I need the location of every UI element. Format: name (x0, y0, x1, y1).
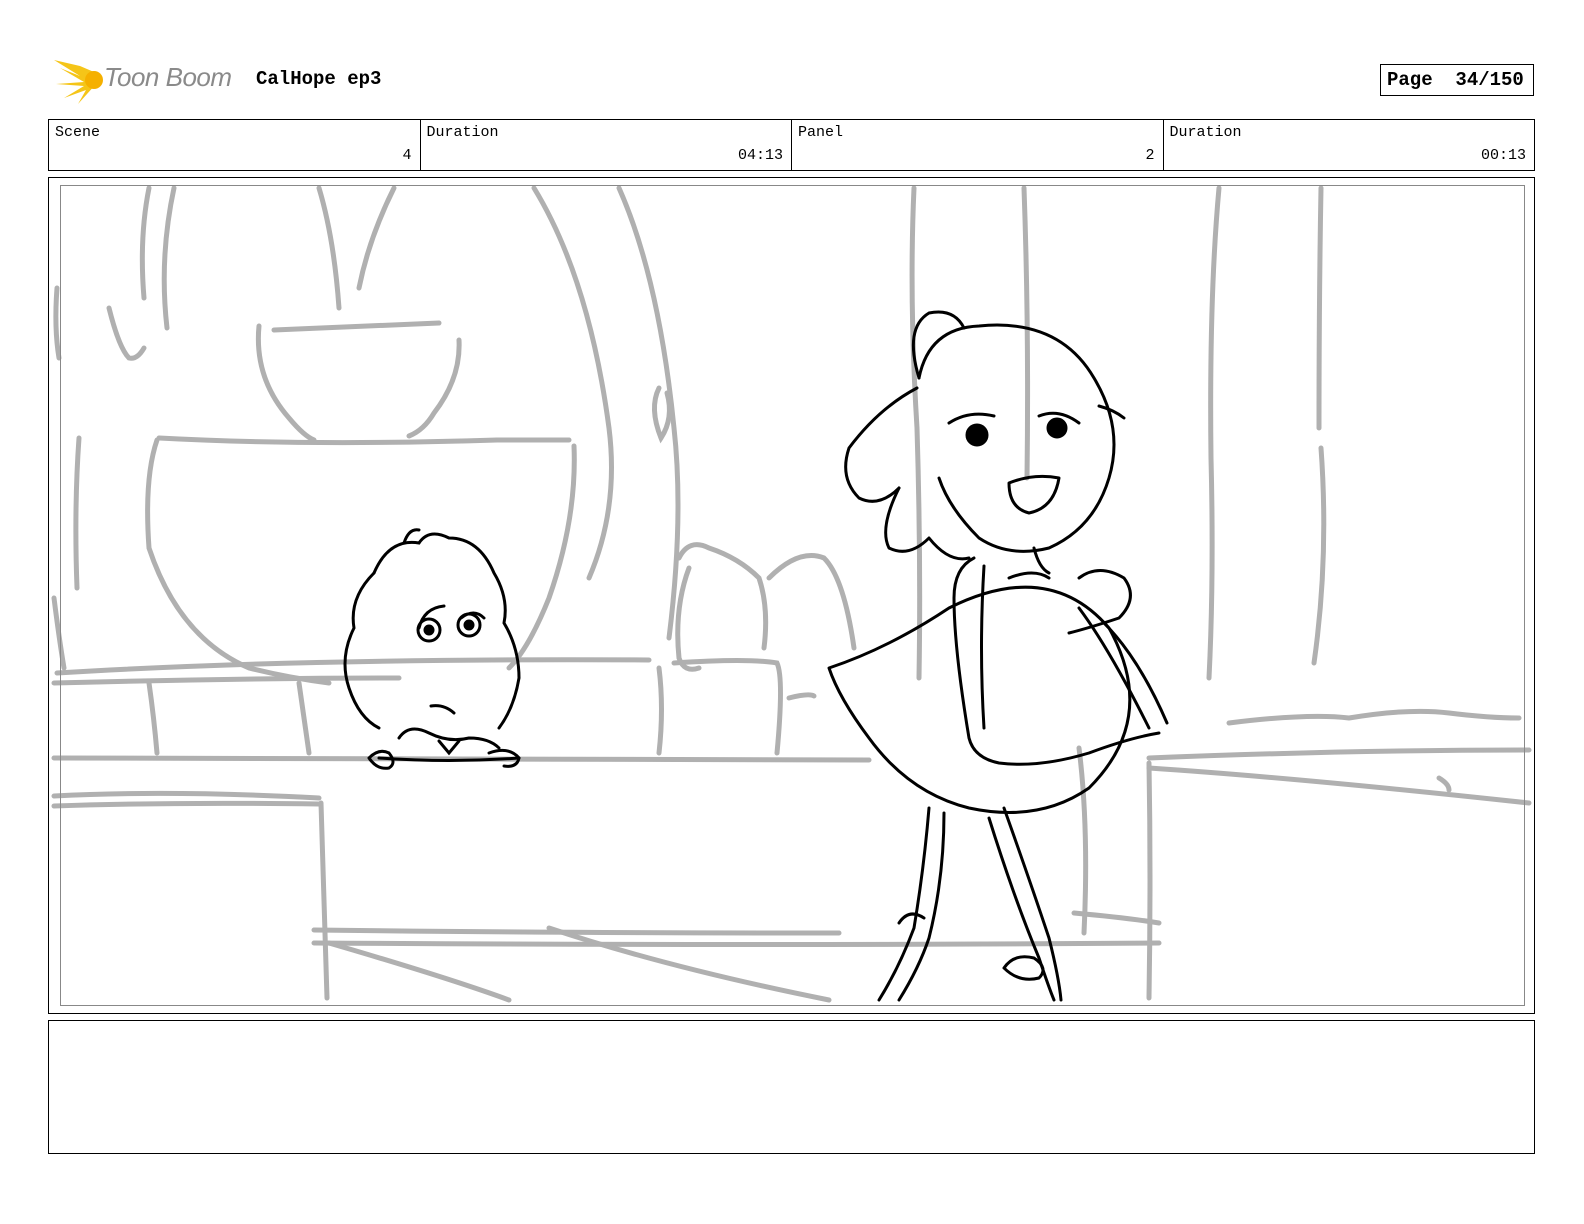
panel-duration-label: Duration (1169, 124, 1242, 141)
storyboard-panel (48, 177, 1535, 1014)
page-indicator: Page 34/150 (1380, 64, 1534, 96)
panel-label: Panel (798, 124, 844, 141)
child-character (343, 528, 521, 770)
scene-duration-label: Duration (426, 124, 499, 141)
scene-duration-value: 04:13 (737, 147, 783, 164)
page-number: 34/150 (1455, 69, 1524, 91)
logo-burst-icon (54, 60, 103, 104)
notes-box[interactable] (48, 1020, 1535, 1154)
background-sketch (51, 185, 1532, 1003)
scene-duration-cell: Duration 04:13 (421, 120, 792, 170)
girl-character (827, 310, 1169, 1002)
project-title: CalHope ep3 (256, 68, 382, 90)
logo-text: Toon Boom (104, 62, 232, 92)
info-row: Scene 4 Duration 04:13 Panel 2 Duration … (48, 119, 1535, 171)
scene-label: Scene (55, 124, 101, 141)
panel-sketch (51, 185, 1532, 1003)
panel-value: 2 (1145, 147, 1155, 164)
panel-duration-cell: Duration 00:13 (1164, 120, 1535, 170)
panel-cell: Panel 2 (792, 120, 1164, 170)
scene-cell: Scene 4 (49, 120, 421, 170)
panel-duration-value: 00:13 (1480, 147, 1526, 164)
scene-value: 4 (402, 147, 412, 164)
page-label: Page (1387, 69, 1433, 91)
